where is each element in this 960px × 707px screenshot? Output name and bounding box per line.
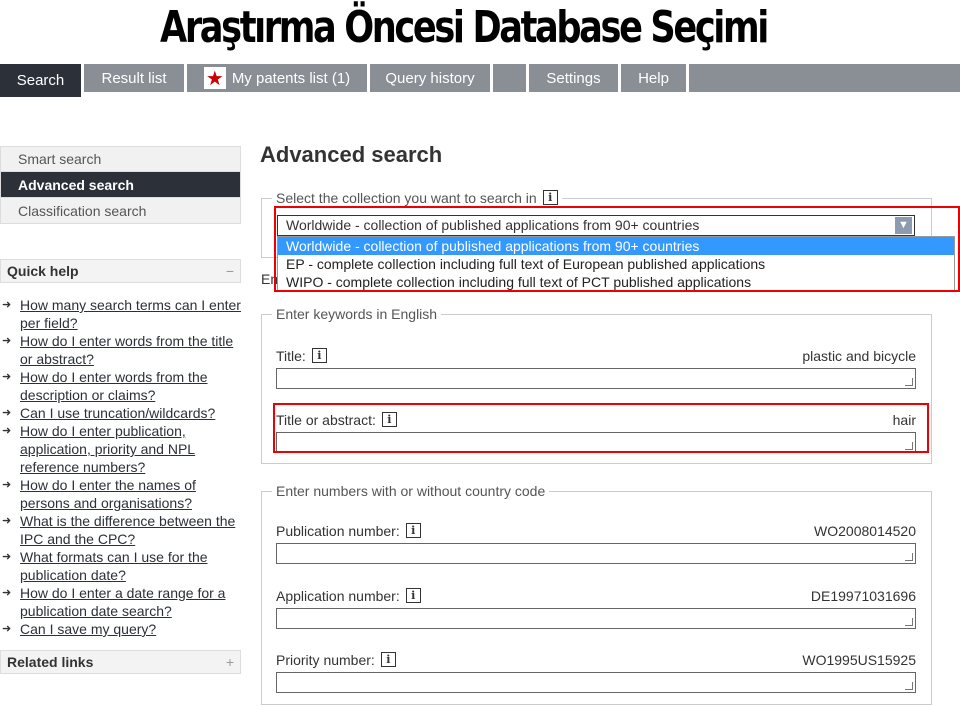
publication-number-input[interactable]	[276, 543, 916, 564]
title-abstract-input[interactable]	[276, 432, 916, 453]
help-link[interactable]: How do I enter a date range for a public…	[20, 585, 225, 619]
help-item: How many search terms can I enter per fi…	[0, 296, 241, 332]
star-icon: ★	[203, 67, 226, 90]
help-item: What formats can I use for the publicati…	[0, 548, 241, 584]
help-item: How do I enter words from the descriptio…	[0, 368, 241, 404]
field-hint: DE19971031696	[810, 588, 916, 604]
help-link[interactable]: What formats can I use for the publicati…	[20, 549, 208, 583]
collection-legend: Select the collection you want to search…	[276, 190, 537, 206]
help-link[interactable]: How do I enter the names of persons and …	[20, 477, 196, 511]
tab-result-list[interactable]: Result list	[84, 64, 187, 92]
sidebar-item-classification-search[interactable]: Classification search	[0, 198, 241, 224]
help-item: What is the difference between the IPC a…	[0, 512, 241, 548]
main-nav: Search Result list ★ My patents list (1) …	[0, 64, 960, 97]
field-hint: WO2008014520	[814, 523, 916, 539]
info-icon[interactable]: i	[381, 412, 397, 427]
help-link[interactable]: How do I enter words from the descriptio…	[20, 369, 208, 403]
help-item: Can I use truncation/wildcards?	[0, 404, 241, 422]
help-link[interactable]: How do I enter words from the title or a…	[20, 333, 233, 367]
field-label: Priority number:	[276, 652, 375, 668]
collection-select[interactable]: Worldwide - collection of published appl…	[277, 215, 915, 236]
title-input[interactable]	[276, 368, 916, 389]
tab-settings[interactable]: Settings	[529, 64, 621, 92]
slide-title: Araştırma Öncesi Database Seçimi	[160, 2, 769, 53]
collection-dropdown: Worldwide - collection of published appl…	[277, 236, 955, 292]
sidebar-item-smart-search[interactable]: Smart search	[0, 146, 241, 172]
application-number-input[interactable]	[276, 608, 916, 629]
field-label: Application number:	[276, 588, 400, 604]
tab-my-patents[interactable]: ★ My patents list (1)	[187, 64, 370, 92]
tab-search[interactable]: Search	[0, 64, 84, 97]
priority-number-input[interactable]	[276, 672, 916, 693]
keywords-fieldset: Enter keywords in English Title: i plasti…	[261, 306, 932, 464]
field-hint: hair	[892, 412, 916, 428]
tab-query-history[interactable]: Query history	[370, 64, 493, 92]
help-link[interactable]: What is the difference between the IPC a…	[20, 513, 235, 547]
search-type-nav: Smart search Advanced search Classificat…	[0, 146, 241, 224]
numbers-legend: Enter numbers with or without country co…	[276, 483, 546, 499]
collection-option[interactable]: Worldwide - collection of published appl…	[278, 237, 954, 255]
tab-label: Result list	[101, 69, 167, 87]
quick-help-title: Quick help	[7, 263, 79, 279]
help-item: How do I enter publication, application,…	[0, 422, 241, 476]
tab-label: Settings	[546, 69, 601, 87]
priority-number-field: Priority number: i WO1995US15925	[276, 652, 916, 693]
info-icon[interactable]: i	[311, 348, 327, 363]
chevron-down-icon[interactable]: ▼	[895, 217, 912, 234]
tab-label: Help	[638, 69, 669, 87]
field-label: Title or abstract:	[276, 412, 376, 428]
help-link[interactable]: Can I save my query?	[20, 621, 156, 637]
title-abstract-field: Title or abstract: i hair	[276, 412, 916, 453]
tab-help[interactable]: Help	[621, 64, 689, 92]
help-item: How do I enter a date range for a public…	[0, 584, 241, 620]
tab-empty[interactable]	[493, 64, 529, 92]
field-label: Title:	[276, 348, 306, 364]
help-link[interactable]: Can I use truncation/wildcards?	[20, 405, 215, 421]
field-hint: WO1995US15925	[802, 652, 916, 668]
field-label: Publication number:	[276, 523, 400, 539]
help-item: How do I enter the names of persons and …	[0, 476, 241, 512]
info-icon[interactable]: i	[405, 523, 421, 538]
numbers-fieldset: Enter numbers with or without country co…	[261, 483, 932, 705]
tab-label: My patents list (1)	[231, 69, 351, 87]
quick-help-header[interactable]: Quick help −	[0, 259, 241, 283]
info-icon[interactable]: i	[380, 652, 396, 667]
collection-selected-value: Worldwide - collection of published appl…	[286, 217, 700, 233]
info-icon[interactable]: i	[405, 588, 421, 603]
tab-label: Search	[16, 72, 65, 89]
help-item: How do I enter words from the title or a…	[0, 332, 241, 368]
tab-label: Query history	[385, 69, 475, 87]
page-title: Advanced search	[260, 142, 443, 167]
keywords-legend: Enter keywords in English	[276, 306, 438, 322]
expand-icon[interactable]: +	[226, 654, 234, 670]
title-field: Title: i plastic and bicycle	[276, 348, 916, 389]
info-icon[interactable]: i	[542, 190, 558, 205]
help-link[interactable]: How many search terms can I enter per fi…	[20, 297, 241, 331]
sidebar-item-advanced-search[interactable]: Advanced search	[0, 172, 241, 198]
help-link[interactable]: How do I enter publication, application,…	[20, 423, 195, 475]
related-links-title: Related links	[7, 654, 94, 670]
collection-option[interactable]: EP - complete collection including full …	[278, 255, 954, 273]
partial-label: En	[261, 271, 279, 287]
collapse-icon[interactable]: −	[226, 263, 234, 279]
help-item: Can I save my query?	[0, 620, 241, 638]
related-links-header[interactable]: Related links +	[0, 650, 241, 674]
collection-option[interactable]: WIPO - complete collection including ful…	[278, 273, 954, 291]
quick-help-list: How many search terms can I enter per fi…	[0, 296, 241, 638]
publication-number-field: Publication number: i WO2008014520	[276, 523, 916, 564]
field-hint: plastic and bicycle	[802, 348, 916, 364]
application-number-field: Application number: i DE19971031696	[276, 588, 916, 629]
